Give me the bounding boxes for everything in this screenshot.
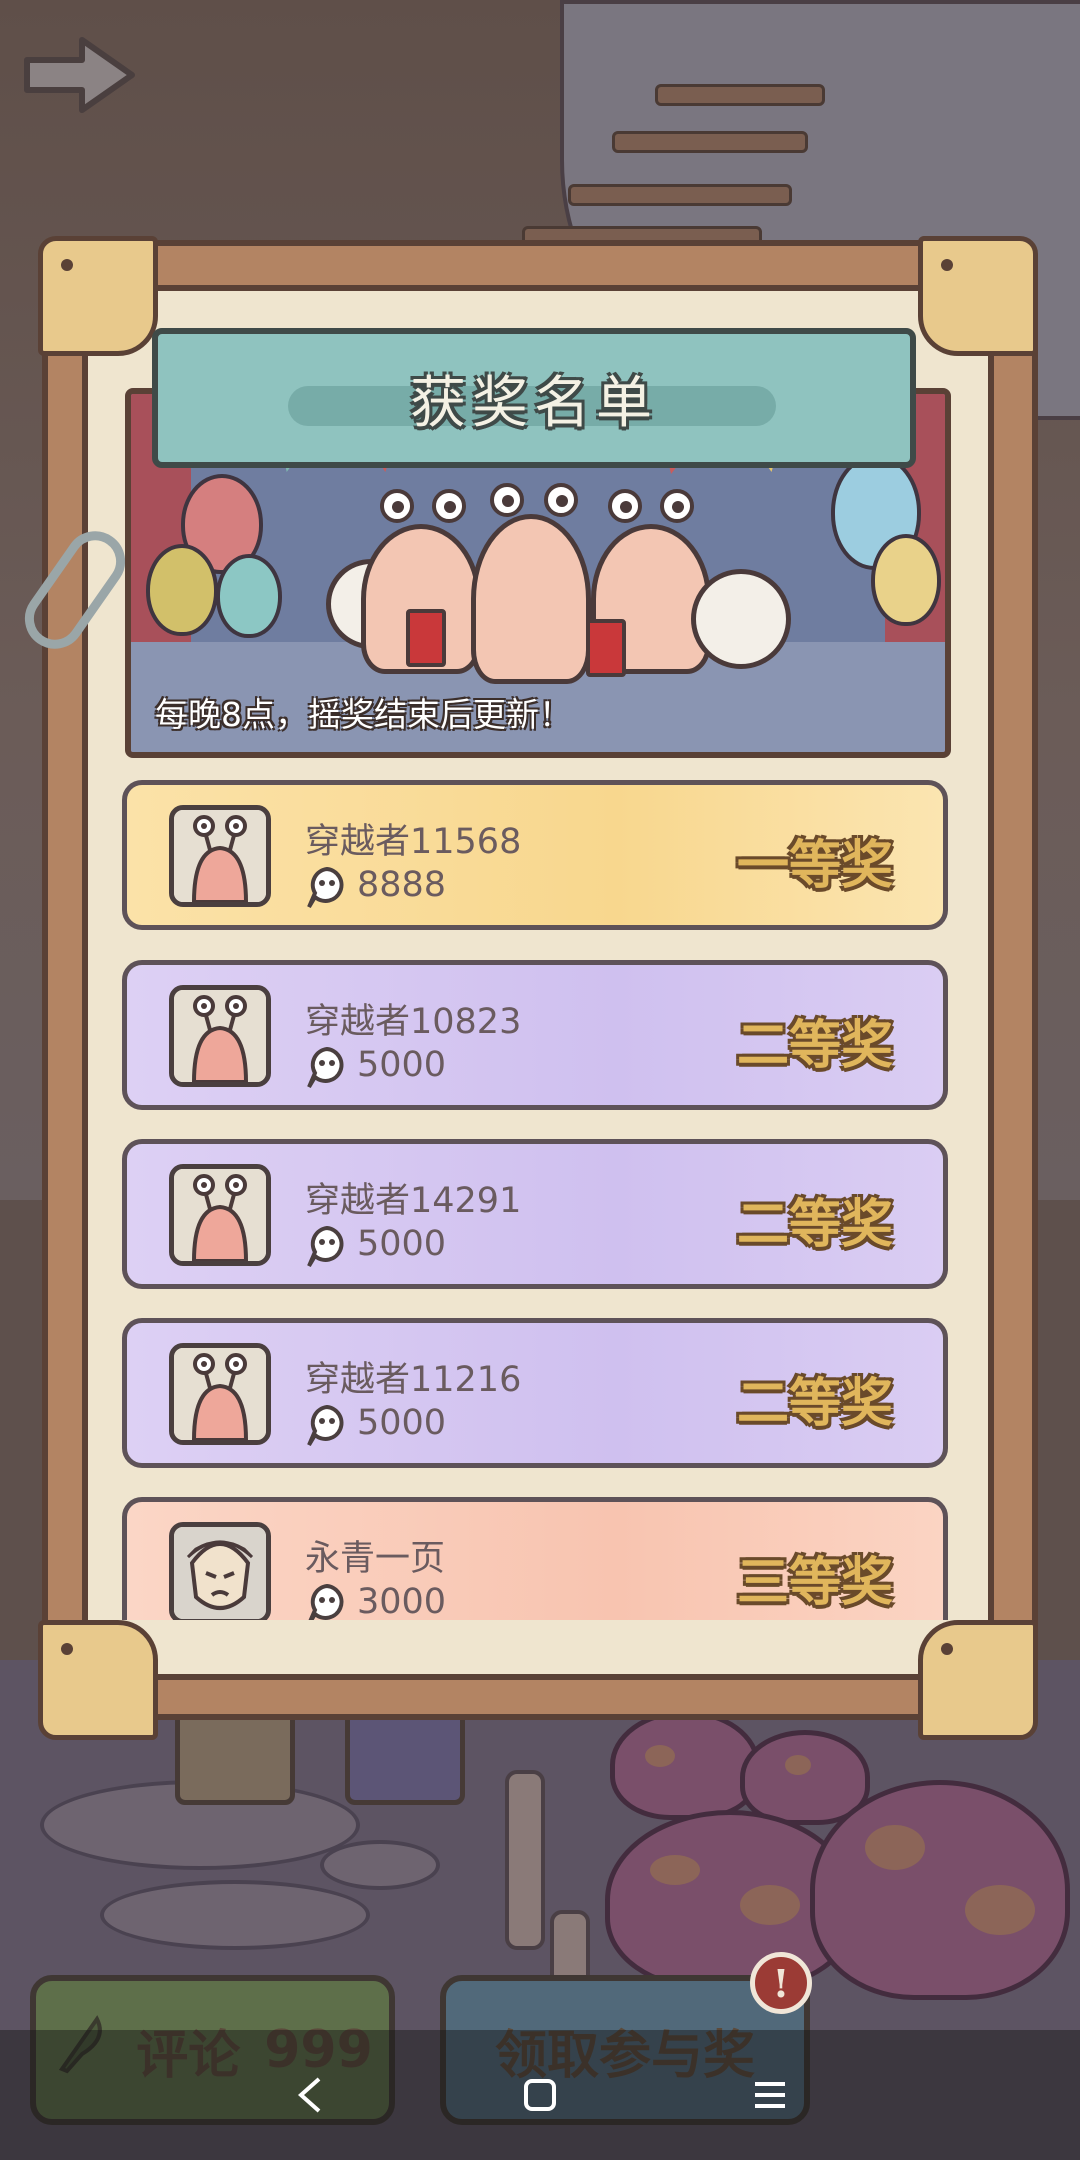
page-title: 获奖名单 [410, 370, 658, 436]
snail-avatar-icon [169, 1164, 271, 1266]
winner-amount: 8888 [357, 865, 447, 905]
snail-avatar-icon [169, 805, 271, 907]
home-nav-button[interactable] [510, 2065, 570, 2125]
update-notice: 每晚8点，摇奖结束后更新！ [155, 695, 572, 734]
corner-bracket [38, 1620, 158, 1740]
warrior-avatar-icon [169, 1522, 271, 1620]
winner-amount: 5000 [357, 1224, 447, 1264]
tadpole-coin-icon [307, 1404, 344, 1447]
back-nav-button[interactable] [280, 2065, 340, 2125]
winner-amount: 3000 [357, 1582, 447, 1620]
tadpole-coin-icon [307, 1225, 344, 1268]
notification-badge: ! [750, 1952, 812, 2014]
prize-tier: 一等奖 [736, 835, 893, 896]
winners-list[interactable]: 穿越者11568 8888 一等奖 穿越者10823 5000 二等奖 穿越者1… [118, 775, 954, 1620]
arrow-right-icon [24, 37, 135, 113]
list-item: 穿越者11216 5000 二等奖 [122, 1318, 948, 1468]
system-nav-bar [0, 2030, 1080, 2160]
list-item: 穿越者11568 8888 一等奖 [122, 780, 948, 930]
tadpole-coin-icon [308, 1583, 344, 1620]
winner-name: 穿越者11568 [305, 822, 522, 862]
winner-name: 穿越者11216 [305, 1360, 522, 1400]
tadpole-coin-icon [307, 866, 344, 909]
snail-avatar-icon [169, 1343, 271, 1445]
menu-icon [755, 2082, 785, 2108]
chevron-left-icon [297, 2077, 321, 2113]
winner-name: 永青一页 [305, 1539, 446, 1579]
winner-amount: 5000 [357, 1403, 447, 1443]
corner-bracket [918, 1620, 1038, 1740]
prize-tier: 二等奖 [736, 1373, 893, 1434]
prize-tier: 三等奖 [736, 1552, 893, 1613]
menu-nav-button[interactable] [740, 2065, 800, 2125]
prize-tier: 二等奖 [736, 1194, 893, 1255]
prize-tier: 二等奖 [736, 1015, 893, 1076]
winner-name: 穿越者10823 [305, 1002, 522, 1042]
title-plaque: 获奖名单 [152, 328, 916, 468]
winner-amount: 5000 [357, 1045, 447, 1085]
winner-name: 穿越者14291 [305, 1181, 522, 1221]
list-item: 穿越者10823 5000 二等奖 [122, 960, 948, 1110]
list-item: 永青一页 3000 三等奖 [122, 1497, 948, 1620]
corner-bracket [38, 236, 158, 356]
corner-bracket [918, 236, 1038, 356]
tadpole-coin-icon [307, 1046, 344, 1089]
snail-avatar-icon [169, 985, 271, 1087]
list-item: 穿越者14291 5000 二等奖 [122, 1139, 948, 1289]
square-icon [524, 2079, 556, 2111]
